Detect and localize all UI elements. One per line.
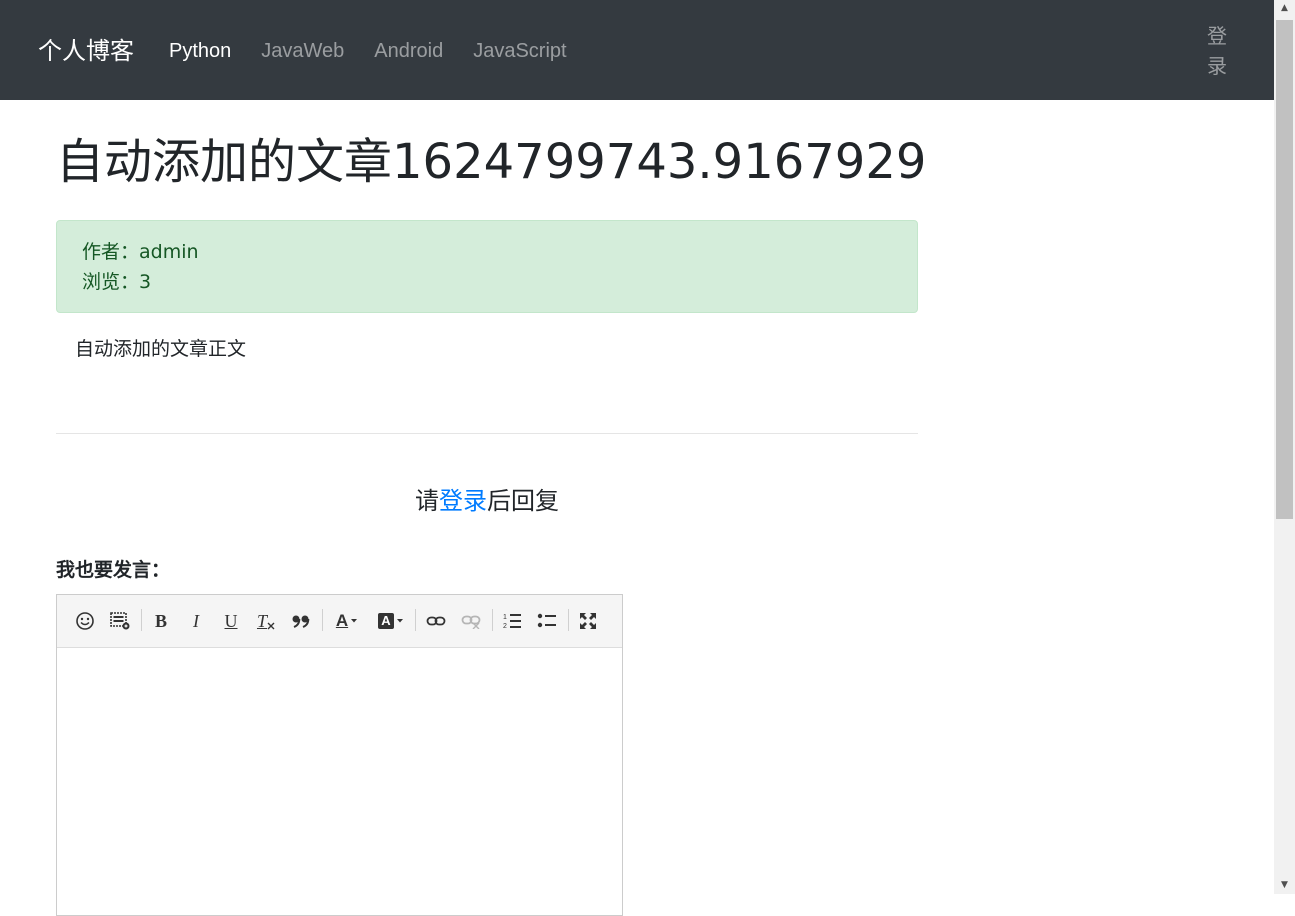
clear-format-label: T <box>256 611 267 631</box>
top-navbar: 个人博客 Python JavaWeb Android JavaScript 登… <box>0 0 1274 100</box>
italic-icon[interactable]: I <box>184 609 208 633</box>
font-color-label: A <box>335 611 349 630</box>
scroll-thumb[interactable] <box>1276 20 1293 519</box>
login-label-line2: 录 <box>1207 54 1227 78</box>
scroll-up-arrow-icon[interactable]: ▲ <box>1274 0 1295 17</box>
reply-suffix: 后回复 <box>487 487 559 515</box>
unlink-icon[interactable] <box>459 609 483 633</box>
toolbar-separator <box>415 609 416 631</box>
article-body: 自动添加的文章正文 <box>75 338 247 360</box>
comment-editor: B I U T A A 12 <box>56 594 623 916</box>
divider <box>56 433 918 434</box>
ordered-list-icon[interactable]: 12 <box>500 609 524 633</box>
article-author: 作者：admin <box>82 241 199 263</box>
comment-label: 我也要发言： <box>56 559 171 581</box>
link-icon[interactable] <box>424 609 448 633</box>
scroll-down-arrow-icon[interactable]: ▼ <box>1274 877 1295 894</box>
background-color-label: A <box>378 613 394 629</box>
login-link[interactable]: 登 录 <box>1204 21 1230 81</box>
nav-link-javascript[interactable]: JavaScript <box>473 36 566 66</box>
nav-link-python[interactable]: Python <box>169 36 231 66</box>
unordered-list-icon[interactable] <box>535 609 559 633</box>
bold-icon[interactable]: B <box>149 609 173 633</box>
svg-text:1: 1 <box>503 614 507 621</box>
fullscreen-icon[interactable] <box>576 609 600 633</box>
toolbar-separator <box>141 609 142 631</box>
article-title: 自动添加的文章1624799743.9167929 <box>56 134 927 190</box>
reply-prompt: 请登录后回复 <box>56 484 918 518</box>
site-brand[interactable]: 个人博客 <box>38 34 134 68</box>
toolbar-separator <box>492 609 493 631</box>
article-views: 浏览：3 <box>82 271 152 293</box>
reply-login-link[interactable]: 登录 <box>439 487 487 515</box>
clear-format-icon[interactable]: T <box>254 609 278 633</box>
nav-links: Python JavaWeb Android JavaScript <box>169 36 597 66</box>
svg-text:2: 2 <box>503 623 507 630</box>
nav-link-javaweb[interactable]: JavaWeb <box>261 36 344 66</box>
underline-icon[interactable]: U <box>219 609 243 633</box>
login-label-line1: 登 <box>1207 24 1227 48</box>
font-color-icon[interactable]: A <box>331 609 363 633</box>
insert-image-icon[interactable] <box>108 609 132 633</box>
toolbar-separator <box>322 609 323 631</box>
nav-link-android[interactable]: Android <box>374 36 443 66</box>
blockquote-icon[interactable] <box>289 609 313 633</box>
reply-prefix: 请 <box>415 487 439 515</box>
emoji-icon[interactable] <box>73 609 97 633</box>
toolbar-separator <box>568 609 569 631</box>
article-meta-box: 作者：admin 浏览：3 <box>56 220 918 313</box>
comment-textarea[interactable] <box>57 648 622 915</box>
background-color-icon[interactable]: A <box>375 609 407 633</box>
editor-toolbar: B I U T A A 12 <box>57 595 622 648</box>
page-scrollbar[interactable]: ▲ ▼ <box>1274 0 1295 894</box>
